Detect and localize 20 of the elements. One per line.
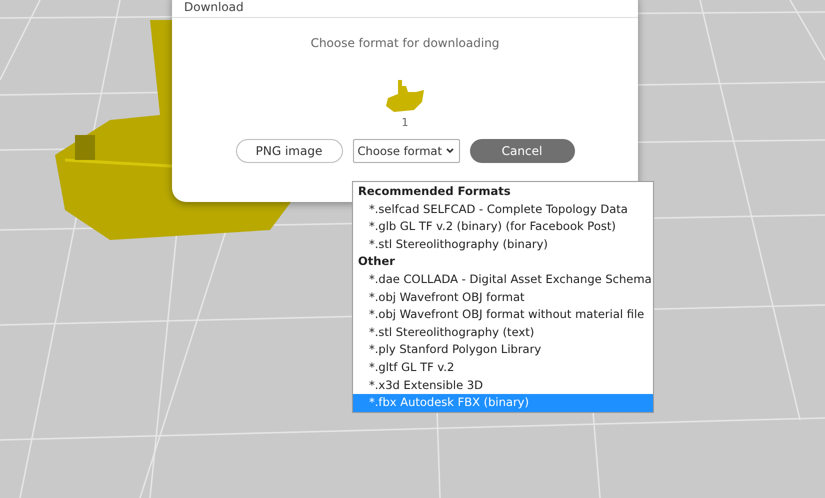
format-option[interactable]: *.selfcad SELFCAD - Complete Topology Data	[353, 200, 653, 218]
format-option[interactable]: *.stl Stereolithography (binary)	[353, 236, 653, 254]
cancel-button[interactable]: Cancel	[470, 139, 574, 163]
dialog-title: Download	[184, 0, 244, 14]
prompt-text: Choose format for downloading	[310, 36, 500, 50]
option-group-label: Other	[357, 253, 396, 270]
format-option[interactable]: *.dae COLLADA - Digital Asset Exchange Schema	[353, 270, 653, 289]
format-option[interactable]: *.stl Stereolithography (text)	[353, 324, 653, 342]
format-option[interactable]: *.obj Wavefront OBJ format	[353, 288, 653, 306]
format-option[interactable]: *.ply Stanford Polygon Library	[353, 341, 653, 359]
option-group-label: Recommended Formats	[357, 183, 512, 200]
format-option[interactable]: *.glb GL TF v.2 (binary) (for Facebook Post)	[353, 218, 653, 236]
format-option[interactable]: *.gltf GL TF v.2	[353, 358, 653, 377]
format-select[interactable]: Choose format	[352, 139, 460, 163]
chevron-down-icon	[446, 148, 454, 154]
thumbnail-caption: 1	[402, 116, 408, 129]
format-option[interactable]: *.obj Wavefront OBJ format without material file	[353, 306, 653, 324]
format-option[interactable]: *.x3d Extensible 3D	[353, 376, 653, 394]
boat-thumbnail-icon	[384, 78, 426, 114]
png-image-button[interactable]: PNG image	[236, 139, 342, 163]
